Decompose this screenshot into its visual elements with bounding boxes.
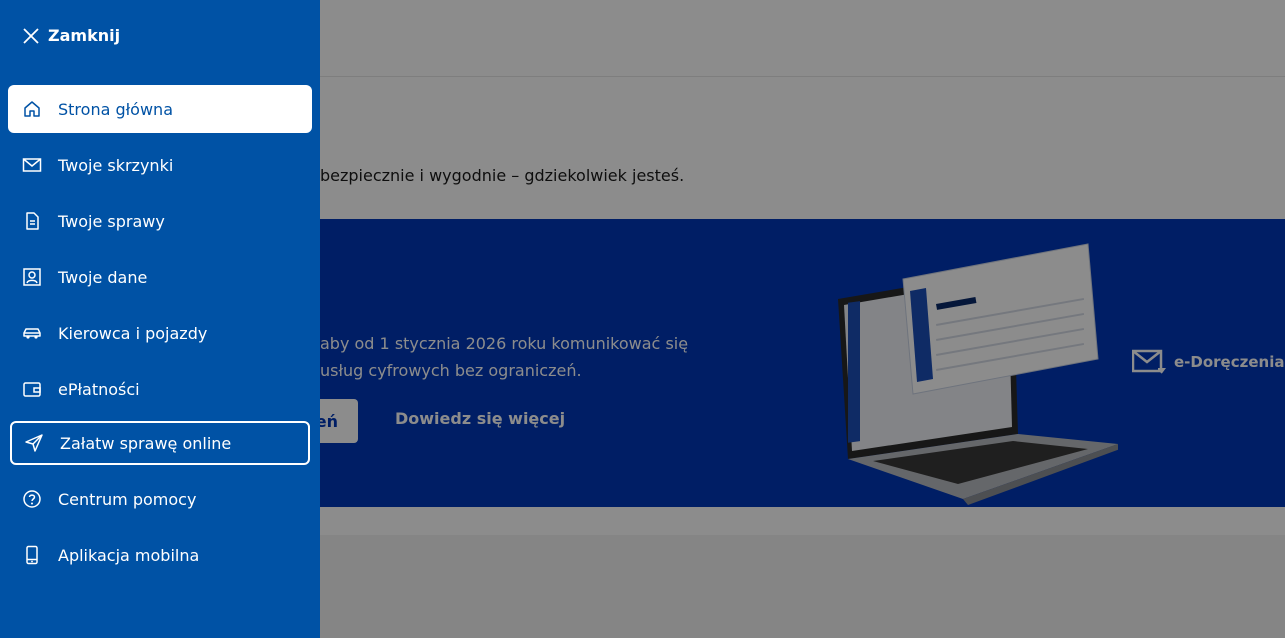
menu-item-label: Strona główna <box>58 99 173 119</box>
menu-item-label: Załatw sprawę online <box>60 433 232 453</box>
send-icon <box>22 431 46 455</box>
wallet-icon <box>20 377 44 401</box>
menu-item-payments[interactable]: ePłatności <box>8 365 312 413</box>
menu-item-label: Aplikacja mobilna <box>58 545 200 565</box>
home-icon <box>20 97 44 121</box>
close-menu-label: Zamknij <box>48 26 121 45</box>
menu-item-home[interactable]: Strona główna <box>8 85 312 133</box>
menu-item-online-services[interactable]: Załatw sprawę online <box>10 421 310 465</box>
menu-item-label: Twoje skrzynki <box>58 155 174 175</box>
menu-item-help-center[interactable]: Centrum pomocy <box>8 475 312 523</box>
menu-list: Strona główna Twoje skrzynki Twoje spraw… <box>8 85 312 587</box>
menu-item-label: Twoje sprawy <box>58 211 165 231</box>
menu-item-driver-vehicles[interactable]: Kierowca i pojazdy <box>8 309 312 357</box>
document-icon <box>20 209 44 233</box>
mail-icon <box>20 153 44 177</box>
menu-item-label: Twoje dane <box>58 267 148 287</box>
side-menu: Zamknij Strona główna Twoje skrzynki Two… <box>0 0 320 638</box>
car-icon <box>20 321 44 345</box>
close-icon <box>23 27 39 44</box>
menu-item-label: Centrum pomocy <box>58 489 197 509</box>
phone-icon <box>20 543 44 567</box>
close-menu-button[interactable]: Zamknij <box>22 26 120 45</box>
help-icon <box>20 487 44 511</box>
menu-item-label: ePłatności <box>58 379 140 399</box>
menu-item-mailboxes[interactable]: Twoje skrzynki <box>8 141 312 189</box>
menu-item-mobile-app[interactable]: Aplikacja mobilna <box>8 531 312 579</box>
menu-item-label: Kierowca i pojazdy <box>58 323 208 343</box>
menu-item-personal-data[interactable]: Twoje dane <box>8 253 312 301</box>
menu-item-cases[interactable]: Twoje sprawy <box>8 197 312 245</box>
user-card-icon <box>20 265 44 289</box>
